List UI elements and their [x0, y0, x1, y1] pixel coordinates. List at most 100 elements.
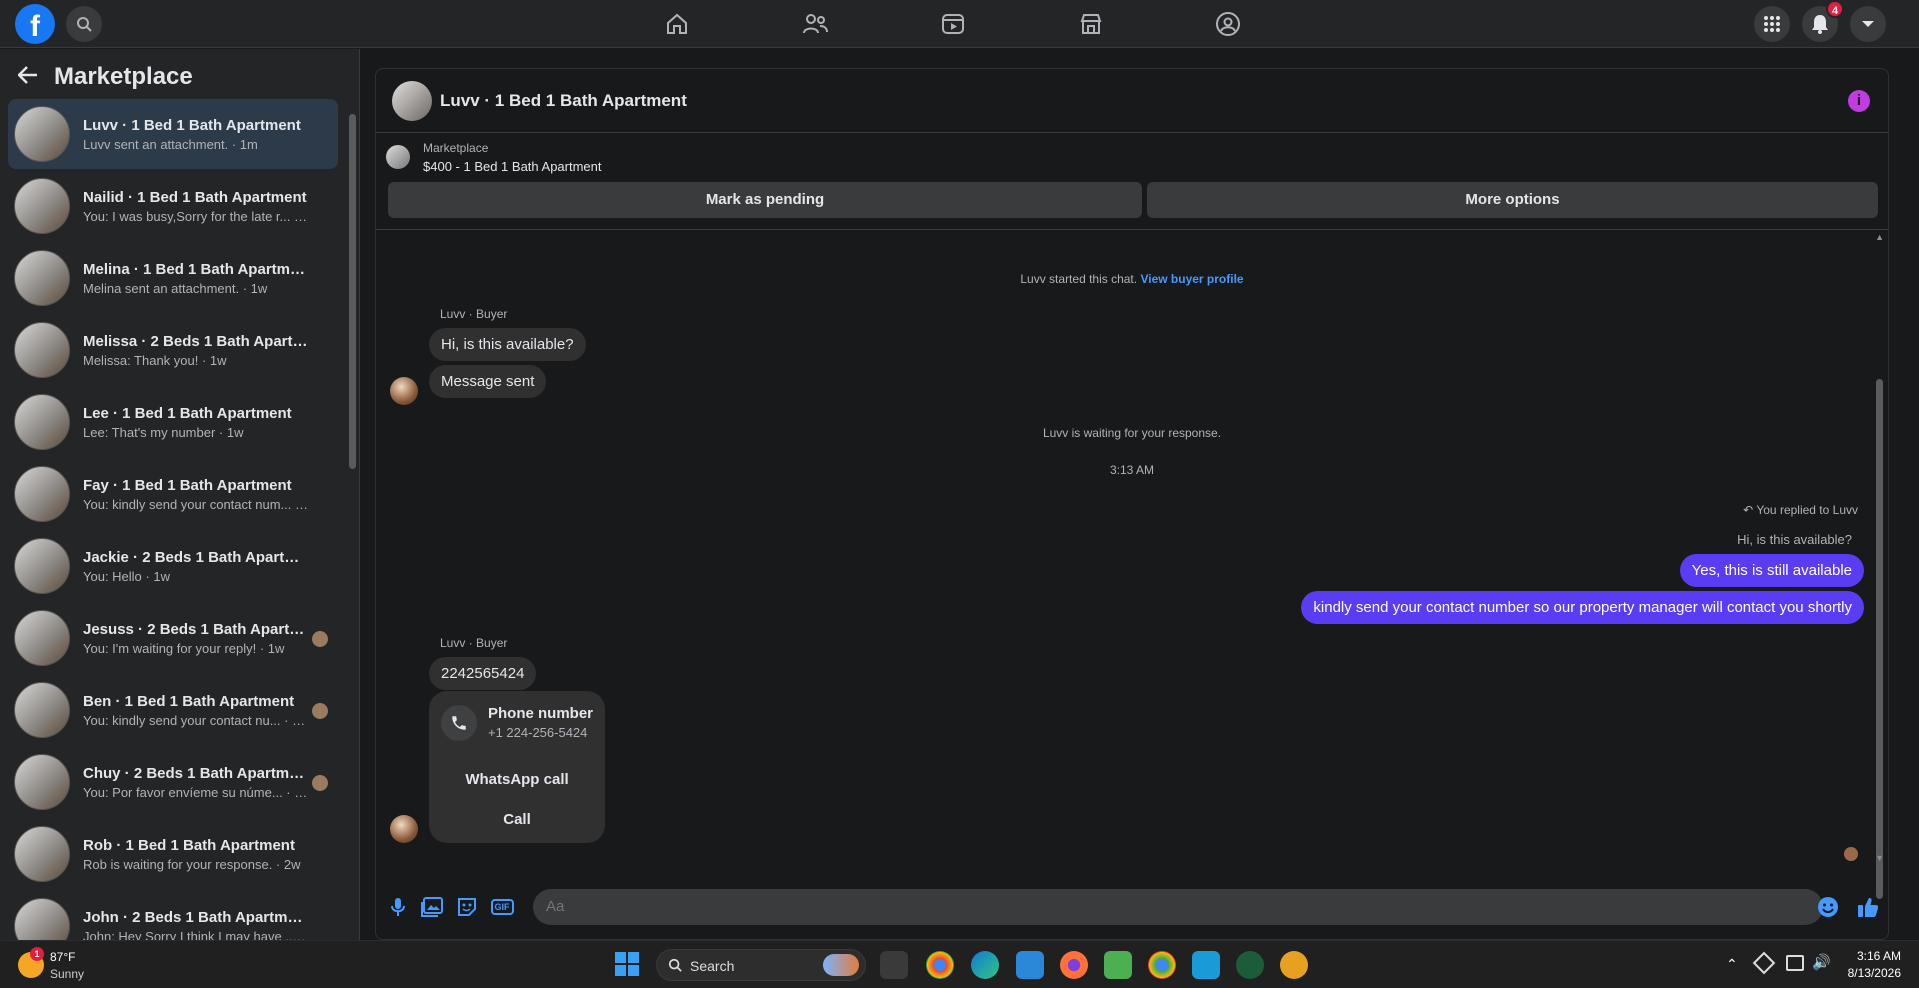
video-icon[interactable] [939, 10, 967, 38]
conversation-item[interactable]: Melina · 1 Bed 1 Bath Apartment Melina se… [8, 243, 338, 313]
windows-taskbar: 1 87°F Sunny Search ⌃ 🔊 3:16 AM 8/13/202… [0, 940, 1919, 988]
conversation-item[interactable]: Fay · 1 Bed 1 Bath Apartment You: kindly … [8, 459, 338, 529]
mark-as-pending-button[interactable]: Mark as pending [388, 182, 1142, 218]
message-input[interactable] [533, 889, 1823, 925]
conversation-name: Jesuss · 2 Beds 1 Bath Apartm... [83, 620, 308, 638]
call-button[interactable]: Call [429, 811, 605, 828]
app-x-icon[interactable] [1280, 951, 1308, 979]
search-highlight-icon [823, 954, 859, 976]
gif-icon[interactable]: GIF [490, 895, 514, 919]
listing-thumbnail [14, 466, 70, 522]
conversation-preview: John: Hey Sorry I think I may have ... ·… [83, 928, 308, 941]
weather-temperature[interactable]: 87°F [50, 950, 75, 964]
taskbar-search[interactable]: Search [656, 949, 866, 981]
marketplace-sidebar: Marketplace Luvv · 1 Bed 1 Bath Apartmen… [0, 49, 360, 940]
photo-icon[interactable] [420, 895, 444, 919]
search-icon[interactable] [66, 6, 102, 42]
phone-number-card[interactable]: Phone number +1 224-256-5424 WhatsApp ca… [429, 691, 605, 843]
outgoing-message[interactable]: Yes, this is still available [1679, 554, 1864, 587]
firefox-icon[interactable] [1060, 951, 1088, 979]
volume-icon[interactable]: 🔊 [1812, 953, 1831, 971]
display-icon[interactable] [1786, 955, 1804, 971]
clock-time[interactable]: 3:16 AM [1857, 949, 1901, 963]
buyer-avatar[interactable] [390, 377, 418, 405]
listing-thumbnail [14, 898, 70, 940]
conversation-preview: You: Por favor envíeme su núme... · 2w [83, 784, 308, 800]
snipping-tool-icon[interactable] [1016, 951, 1044, 979]
scroll-down-arrow-icon[interactable]: ▼ [1875, 853, 1884, 863]
location-icon[interactable] [1752, 951, 1776, 975]
listing-thumbnail [14, 826, 70, 882]
conversation-preview: Luvv sent an attachment. · 1m [83, 136, 258, 152]
replied-note: ↶ You replied to Luvv [1743, 503, 1858, 517]
task-view-icon[interactable] [880, 951, 908, 979]
sender-label: Luvv · Buyer [440, 636, 508, 650]
quoted-message[interactable]: Hi, is this available? [1737, 532, 1852, 547]
conversation-name: Ben · 1 Bed 1 Bath Apartment [83, 692, 295, 710]
message-composer: GIF [376, 875, 1888, 939]
conversation-name: John · 2 Beds 1 Bath Apartment [83, 908, 308, 926]
app-s-icon[interactable] [1192, 951, 1220, 979]
edge-icon[interactable] [971, 951, 999, 979]
buyer-avatar[interactable] [390, 815, 418, 843]
sidebar-title: Marketplace [54, 63, 193, 90]
emoji-icon[interactable] [1816, 895, 1840, 919]
conversation-item[interactable]: Ben · 1 Bed 1 Bath Apartment You: kindly … [8, 675, 338, 745]
scroll-up-arrow-icon[interactable]: ▲ [1875, 232, 1884, 242]
info-icon[interactable]: i [1848, 90, 1870, 112]
clock-date[interactable]: 8/13/2026 [1848, 966, 1901, 980]
view-buyer-profile-link[interactable]: View buyer profile [1140, 272, 1243, 286]
conversation-preview: You: I'm waiting for your reply! · 1w [83, 640, 285, 656]
friends-icon[interactable] [801, 10, 829, 38]
waiting-notice: Luvv is waiting for your response. [1042, 426, 1222, 440]
conversation-item[interactable]: Jackie · 2 Beds 1 Bath Apartment You: Hel… [8, 531, 338, 601]
windows-start-icon[interactable] [614, 951, 642, 979]
facebook-logo[interactable]: f [15, 4, 55, 44]
sidebar-scrollbar-thumb[interactable] [349, 114, 356, 469]
notification-count-badge: 4 [1826, 0, 1844, 18]
conversation-item[interactable]: Melissa · 2 Beds 1 Bath Apartment Melissa… [8, 315, 338, 385]
chat-avatar[interactable] [392, 81, 432, 121]
listing-thumbnail [14, 682, 70, 738]
chrome-profile-icon[interactable] [1148, 951, 1176, 979]
thumbs-up-icon[interactable] [1856, 895, 1880, 919]
conversation-item[interactable]: Luvv · 1 Bed 1 Bath Apartment Luvv sent a… [8, 99, 338, 169]
marketplace-icon[interactable] [1077, 10, 1105, 38]
account-chevron-icon[interactable] [1850, 6, 1886, 42]
chat-scrollbar-thumb[interactable] [1876, 379, 1883, 899]
chrome-icon[interactable] [926, 951, 954, 979]
incoming-message[interactable]: Message sent [429, 365, 547, 398]
replied-note-text: You replied to Luvv [1756, 503, 1858, 517]
weather-condition[interactable]: Sunny [50, 967, 84, 981]
menu-grid-icon[interactable] [1754, 6, 1790, 42]
notifications-icon[interactable]: 4 [1802, 0, 1844, 42]
conversation-item[interactable]: Rob · 1 Bed 1 Bath Apartment Rob is waiti… [8, 819, 338, 889]
app-green-icon[interactable] [1236, 951, 1264, 979]
conversation-item[interactable]: John · 2 Beds 1 Bath Apartment John: Hey … [8, 891, 338, 940]
seen-indicator-avatar [1844, 847, 1858, 861]
back-arrow-icon[interactable] [17, 65, 38, 89]
microphone-icon[interactable] [386, 895, 410, 919]
home-icon[interactable] [663, 10, 691, 38]
tray-chevron-icon[interactable]: ⌃ [1726, 956, 1738, 973]
conversation-preview: You: kindly send your contact num... · 1… [83, 496, 308, 512]
taskbar-search-label: Search [690, 958, 735, 974]
sticker-icon[interactable] [455, 895, 479, 919]
chat-title[interactable]: Luvv · 1 Bed 1 Bath Apartment [440, 91, 687, 111]
conversation-preview: You: kindly send your contact nu... · 1w [83, 712, 308, 728]
more-options-button[interactable]: More options [1147, 182, 1878, 218]
phone-card-number: +1 224-256-5424 [488, 725, 588, 740]
groups-icon[interactable] [1214, 10, 1242, 38]
incoming-message[interactable]: Hi, is this available? [429, 328, 586, 361]
spreadsheet-icon[interactable] [1104, 951, 1132, 979]
incoming-message[interactable]: 2242565424 [429, 657, 537, 690]
whatsapp-call-button[interactable]: WhatsApp call [429, 771, 605, 788]
conversation-item[interactable]: Jesuss · 2 Beds 1 Bath Apartm... You: I'm… [8, 603, 338, 673]
conversation-item[interactable]: Nailid · 1 Bed 1 Bath Apartment You: I wa… [8, 171, 338, 241]
outgoing-message[interactable]: kindly send your contact number so our p… [1301, 591, 1864, 624]
conversation-preview: You: I was busy,Sorry for the late r... … [83, 208, 308, 224]
conversation-name: Chuy · 2 Beds 1 Bath Apartment [83, 764, 308, 782]
conversation-item[interactable]: Chuy · 2 Beds 1 Bath Apartment You: Por f… [8, 747, 338, 817]
participant-avatar [312, 775, 328, 791]
conversation-item[interactable]: Lee · 1 Bed 1 Bath Apartment Lee: That's … [8, 387, 338, 457]
